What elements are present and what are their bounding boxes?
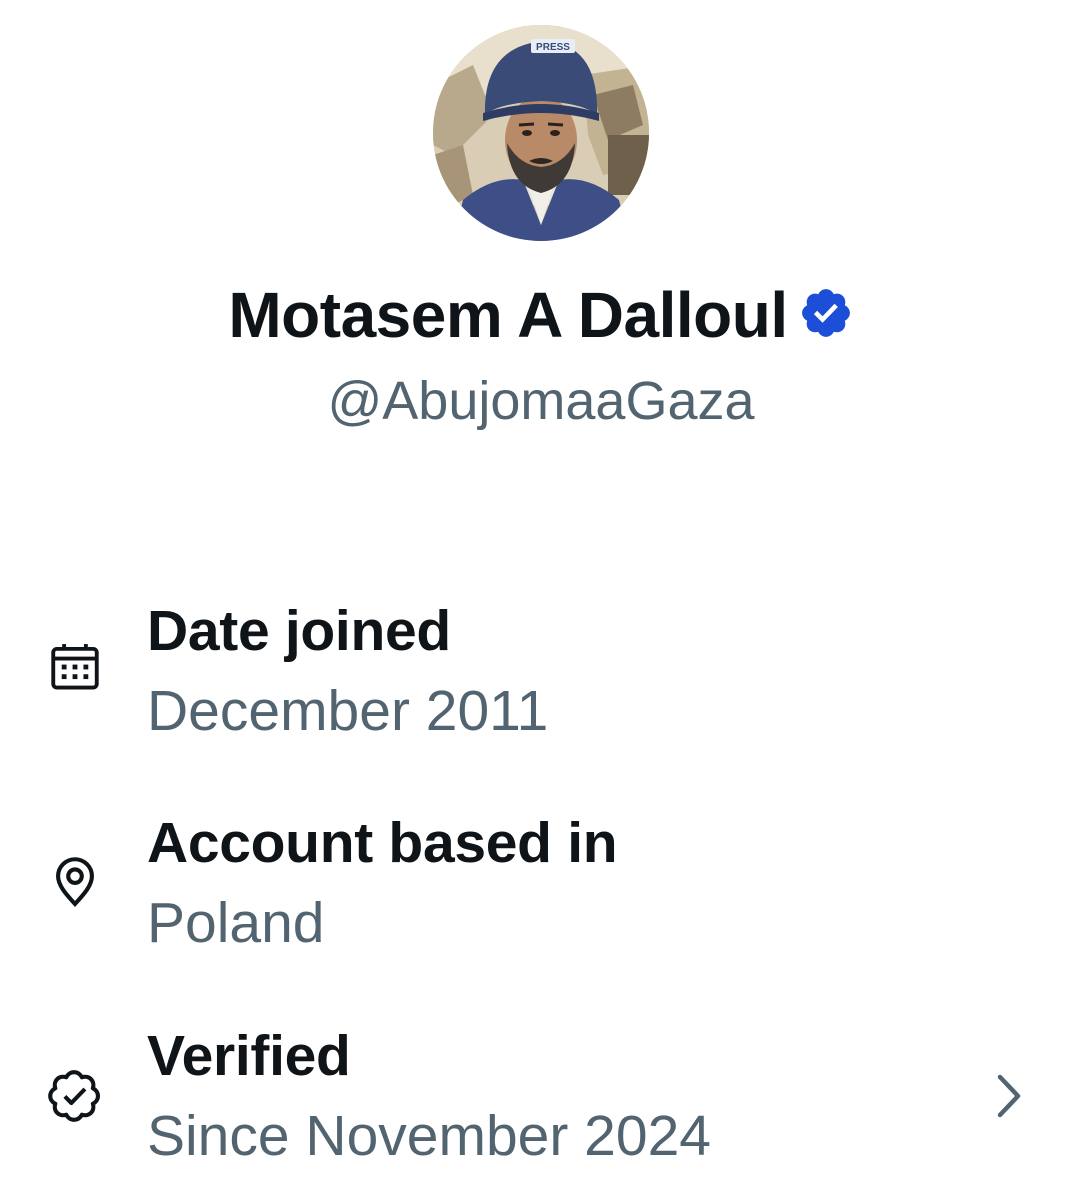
about-item-verified[interactable]: Verified Since November 2024 (0, 1023, 1082, 1193)
profile-name-row: Motasem A Dalloul (0, 278, 1082, 352)
about-item-title: Verified (147, 1024, 351, 1088)
about-item-value: Poland (147, 891, 325, 955)
avatar-photo: PRESS (433, 25, 649, 241)
display-name: Motasem A Dalloul (228, 279, 788, 351)
profile-handle: @AbujomaaGaza (327, 371, 755, 431)
avatar[interactable]: PRESS (433, 25, 649, 241)
location-pin-icon (46, 852, 104, 910)
helmet-press-label: PRESS (536, 42, 570, 53)
calendar-icon (46, 638, 104, 696)
about-item-account-based-in: Account based in Poland (0, 810, 1082, 980)
about-item-value: December 2011 (147, 679, 549, 743)
verified-badge-icon[interactable] (798, 285, 854, 341)
about-item-value: Since November 2024 (147, 1104, 711, 1168)
about-item-title: Account based in (147, 811, 618, 875)
chevron-right-icon[interactable] (990, 1071, 1030, 1121)
about-item-date-joined: Date joined December 2011 (0, 598, 1082, 768)
about-item-title: Date joined (147, 599, 451, 663)
verified-outline-icon (46, 1067, 104, 1125)
